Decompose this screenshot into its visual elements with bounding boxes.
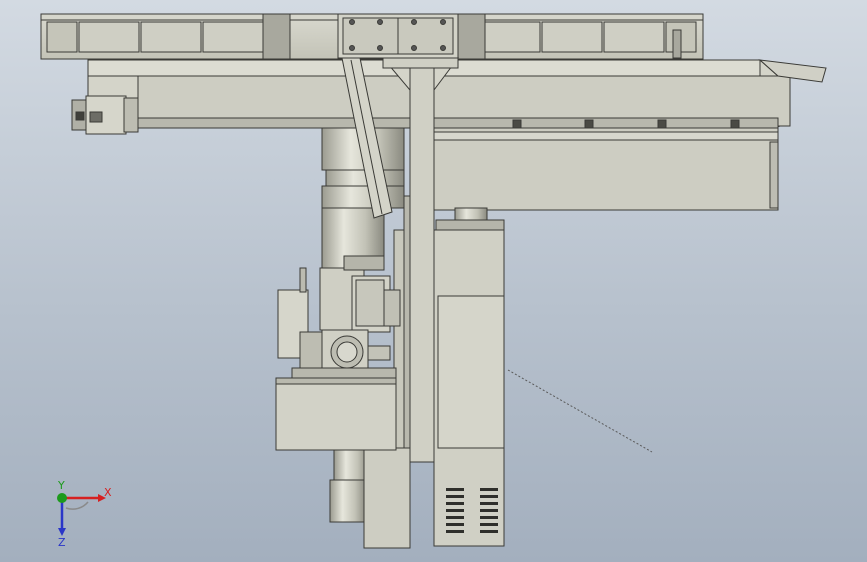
coordinate-triad: X Y Z [57,479,112,548]
cad-viewport[interactable]: X Y Z [0,0,867,562]
z-axis-label: Z [58,536,66,548]
gearbox-assembly [277,255,401,379]
lower-beam [431,127,779,211]
x-axis-label: X [104,486,112,499]
servo-motor [71,95,139,135]
z-arrow-head-icon [58,528,66,536]
rotation-arc-icon [65,501,89,510]
y-axis-label: Y [57,479,65,492]
main-beam [87,59,827,130]
sketch-line [507,369,653,453]
y-axis-dot [57,493,67,503]
machine-assembly-model[interactable] [0,0,867,562]
mount-bracket-plate [337,13,459,59]
